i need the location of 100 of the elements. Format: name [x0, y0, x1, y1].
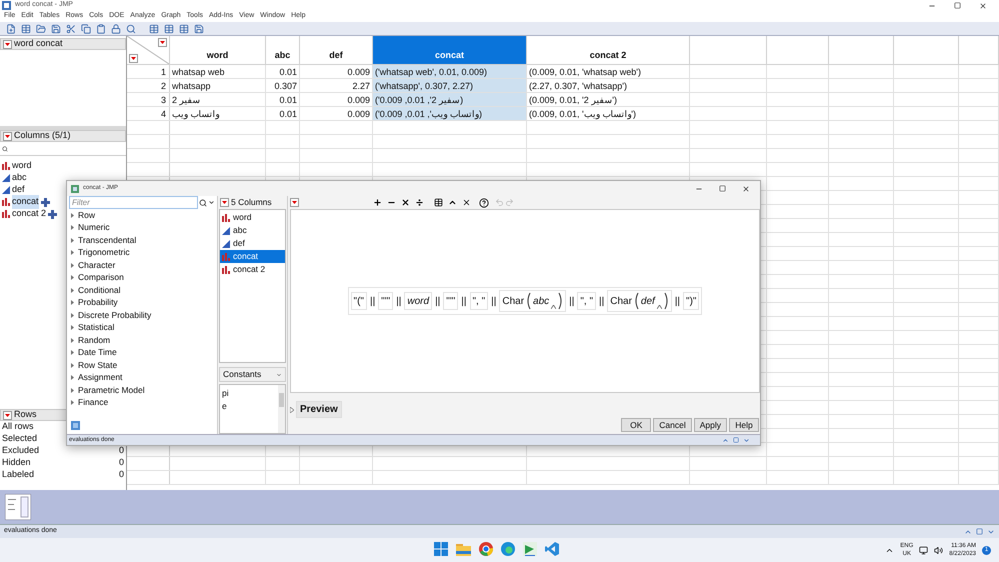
dialog-button[interactable]: Cancel: [653, 418, 692, 432]
arrow-up-icon[interactable]: [722, 436, 729, 444]
column-list-item[interactable]: def: [220, 237, 285, 250]
windows-logo-icon[interactable]: [434, 542, 448, 556]
table-icon[interactable]: [147, 22, 160, 35]
dialog-button[interactable]: Apply: [694, 418, 727, 432]
formula-term[interactable]: "(": [350, 292, 367, 310]
formula-term[interactable]: "'": [378, 292, 394, 310]
preview-toggle[interactable]: Preview: [296, 401, 342, 418]
formula-function[interactable]: Char abc: [499, 290, 566, 312]
function-category[interactable]: Random: [67, 334, 217, 346]
close-icon[interactable]: [979, 2, 987, 10]
constants-dropdown[interactable]: Constants: [219, 367, 286, 382]
row-number[interactable]: 4: [127, 107, 170, 120]
function-category[interactable]: Comparison: [67, 272, 217, 284]
constant-item[interactable]: e: [220, 400, 278, 413]
column-list-item[interactable]: word: [220, 211, 285, 224]
bar-chart-icon: [2, 210, 10, 218]
function-category[interactable]: Parametric Model: [67, 384, 217, 396]
menu-triangle-icon[interactable]: [3, 132, 12, 140]
copy-icon[interactable]: [79, 22, 92, 35]
function-category[interactable]: Date Time: [67, 346, 217, 359]
maximize-icon[interactable]: [954, 2, 961, 8]
column-list-item[interactable]: word: [0, 160, 126, 172]
function-category[interactable]: Conditional: [67, 284, 217, 296]
constant-item[interactable]: pi: [220, 387, 278, 400]
formula-function[interactable]: Char def: [607, 290, 672, 312]
search-icon[interactable]: [124, 22, 137, 35]
panel-title: Columns (5/1): [14, 129, 71, 142]
row-number[interactable]: 3: [127, 93, 170, 106]
folder-icon[interactable]: [456, 542, 471, 556]
folder-icon[interactable]: [34, 22, 47, 35]
menu-triangle-icon[interactable]: [220, 198, 229, 207]
concat-operator: ||: [598, 294, 606, 308]
code-editor-icon[interactable]: [545, 542, 559, 556]
column-header[interactable]: word: [170, 36, 266, 64]
table-icon[interactable]: [162, 22, 175, 35]
column-list-item[interactable]: abc: [220, 224, 285, 237]
column-list-item[interactable]: concat: [220, 250, 285, 263]
formula-term[interactable]: "'": [443, 292, 458, 310]
menu-triangle-icon[interactable]: [3, 410, 12, 420]
speaker-icon[interactable]: [934, 546, 944, 554]
function-name: Char: [610, 294, 632, 308]
menu-triangle-icon[interactable]: [158, 38, 167, 47]
save-icon[interactable]: [49, 22, 62, 35]
column-list-item[interactable]: abc: [0, 172, 126, 184]
menu-triangle-icon[interactable]: [290, 198, 299, 207]
formula-term[interactable]: ")": [683, 292, 700, 310]
lock-icon[interactable]: [109, 22, 122, 35]
maximize-icon[interactable]: [719, 184, 726, 192]
column-header[interactable]: concat: [373, 36, 527, 64]
function-category[interactable]: Statistical: [67, 322, 217, 334]
function-category[interactable]: Discrete Probability: [67, 309, 217, 322]
function-category[interactable]: Trigonometric: [67, 246, 217, 259]
expand-arrow-icon: [71, 238, 74, 243]
function-category[interactable]: Transcendental: [67, 234, 217, 246]
row-state-label: Excluded: [2, 444, 40, 458]
table-cell: 0.01: [266, 107, 300, 120]
function-argument[interactable]: def: [640, 294, 655, 308]
scissors-icon[interactable]: [64, 22, 77, 35]
close-icon[interactable]: [742, 184, 750, 192]
function-category[interactable]: Numeric: [67, 222, 217, 234]
monitor-icon[interactable]: [919, 546, 928, 554]
window-thumbnail[interactable]: [5, 494, 31, 520]
save-icon[interactable]: [192, 22, 205, 35]
filter-field[interactable]: Filter: [69, 196, 198, 209]
concat-operator: ||: [434, 294, 442, 308]
row-number[interactable]: 2: [127, 79, 170, 92]
column-header[interactable]: abc: [266, 36, 300, 64]
column-list-item[interactable]: concat 2: [220, 263, 285, 276]
help-icon[interactable]: [479, 198, 489, 208]
table-icon[interactable]: [19, 22, 32, 35]
scrollbar[interactable]: [278, 385, 285, 433]
formula-term[interactable]: ", ": [577, 292, 596, 310]
row-number[interactable]: 1: [127, 65, 170, 78]
app-icon[interactable]: [523, 542, 537, 556]
function-category[interactable]: Finance: [67, 396, 217, 409]
function-category[interactable]: Probability: [67, 296, 217, 309]
function-argument[interactable]: abc: [533, 294, 550, 308]
function-category[interactable]: Row State: [67, 359, 217, 372]
dialog-button[interactable]: Help: [729, 418, 759, 432]
window-icon[interactable]: [976, 528, 983, 535]
function-category[interactable]: Row: [67, 209, 217, 222]
dropdown-icon[interactable]: [208, 199, 215, 206]
browser-icon[interactable]: [501, 542, 515, 556]
menu-triangle-icon[interactable]: [3, 40, 12, 48]
formula-term[interactable]: ", ": [470, 292, 488, 310]
menu-triangle-icon[interactable]: [129, 54, 138, 63]
table-cell: (0.009, 0.01, 'whatsap web'): [527, 65, 690, 78]
window-icon[interactable]: [733, 437, 739, 443]
dialog-button[interactable]: OK: [621, 418, 652, 432]
browser-icon[interactable]: [479, 542, 493, 556]
table-icon[interactable]: [177, 22, 190, 35]
formula-term[interactable]: word: [404, 292, 432, 310]
function-category[interactable]: Assignment: [67, 372, 217, 384]
table-cell: (0.009, 0.01, 'واتساب ويب'): [527, 107, 690, 120]
formula-canvas[interactable]: "(" || "'" || word || "'" || ", " || Char abc || ", " || Char def || ")": [290, 209, 760, 393]
function-category[interactable]: Character: [67, 259, 217, 272]
column-header[interactable]: concat 2: [527, 36, 690, 64]
row-state-label: Selected: [2, 432, 38, 446]
